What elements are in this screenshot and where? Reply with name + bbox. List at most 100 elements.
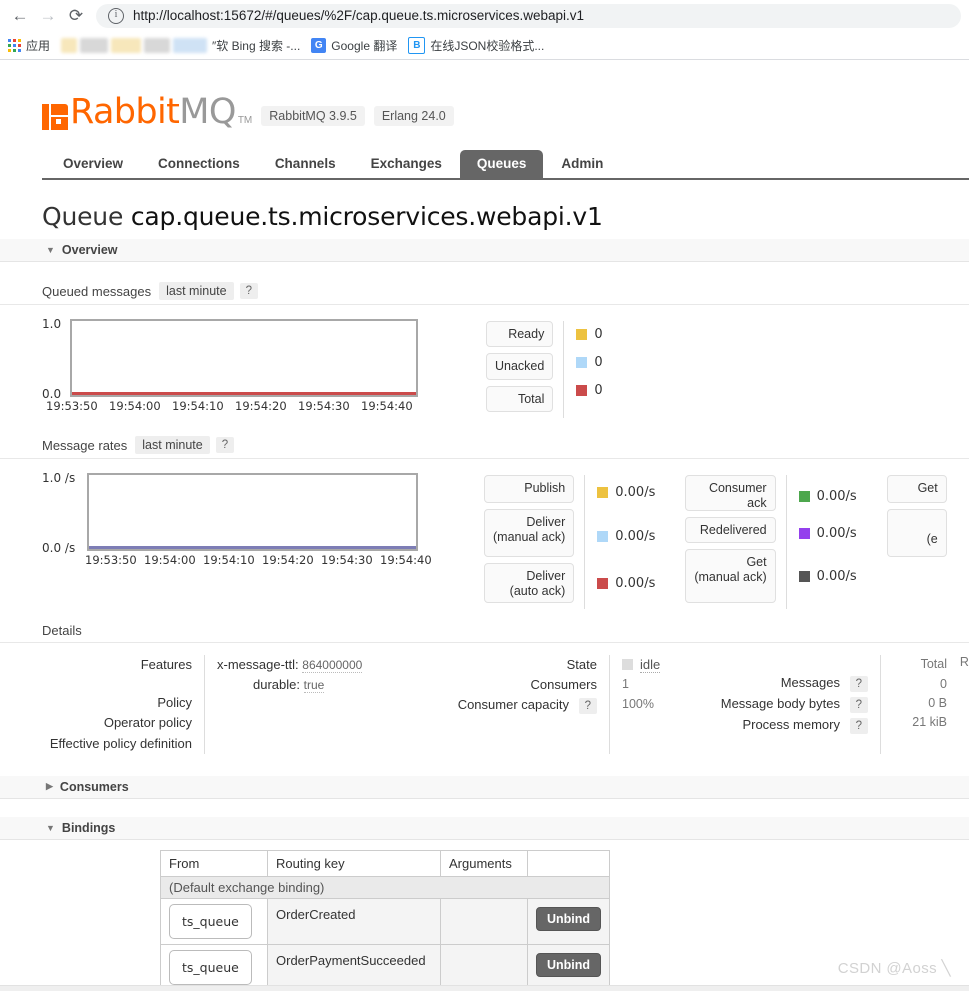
binding-action-cell: Unbind [526,943,611,991]
process-memory-help-icon[interactable]: ? [849,717,868,734]
legend-button-ready[interactable]: Ready [486,321,554,348]
unbind-button[interactable]: Unbind [536,906,602,931]
unbind-button[interactable]: Unbind [536,952,602,977]
rates-series-line [89,546,416,550]
details-features-values: x-message-ttl: 864000000 durable: true [204,655,437,754]
tab-exchanges[interactable]: Exchanges [354,150,459,178]
feature-x-message-ttl: x-message-ttl: 864000000 [217,655,437,675]
column-header-routing-key[interactable]: Routing key [267,849,441,877]
tab-queues[interactable]: Queues [459,150,544,178]
queued-messages-label: Queued messages [42,283,152,299]
legend-button-deliver-manual-ack[interactable]: Deliver (manual ack) [484,509,575,558]
tab-overview[interactable]: Overview [46,150,140,178]
table-row: ts_queue OrderPaymentSucceeded Unbind [160,943,611,991]
bindings-header-row: From Routing key Arguments [160,849,611,877]
column-header-arguments[interactable]: Arguments [440,849,528,877]
legend-button-get-empty[interactable]: (e [886,509,947,558]
main-nav-tabs: Overview Connections Channels Exchanges … [42,148,969,180]
consumer-capacity-help-icon[interactable]: ? [578,698,597,715]
binding-action-cell: Unbind [526,897,611,945]
label-consumer-capacity: Consumer capacity ? [447,695,597,716]
bookmark-label-bing: ″软 Bing 搜索 -... [212,38,301,53]
bookmark-apps[interactable]: 应用 [8,37,50,54]
tab-connections[interactable]: Connections [141,150,257,178]
legend-button-deliver-auto-ack[interactable]: Deliver (auto ack) [484,563,575,604]
tab-admin[interactable]: Admin [544,150,620,178]
queued-messages-header: Queued messages last minute ? [0,282,969,305]
queued-messages-chart-block: 1.0 0.0 19:53:50 19:54:00 19:54:10 19:54… [42,317,969,419]
message-rates-plot [87,473,418,552]
legend-button-get[interactable]: Get [886,475,947,504]
state-swatch-icon [622,659,633,671]
default-exchange-binding-row: (Default exchange binding) [159,875,611,899]
label-messages-text: Messages [780,675,840,691]
messages-total: 0 [940,676,947,691]
message-rates-range[interactable]: last minute [135,436,210,455]
feature-value: 864000000 [302,658,363,674]
bookmark-label-json-format: 在线JSON校验格式... [430,38,545,53]
section-label-overview: Overview [61,243,118,257]
value-get-manual-ack: 0.00/s [816,568,857,584]
swatch-redelivered [798,527,810,539]
watermark: CSDN @Aoss ╲ [837,959,951,977]
reload-icon[interactable]: ⟳ [62,2,90,30]
xtick: 19:53:50 [46,399,98,413]
xtick: 19:54:30 [298,399,350,413]
details-total-column: Total 0 0 B 21 kiB [880,655,947,754]
default-exchange-binding-label: (Default exchange binding) [159,875,611,899]
legend-button-unacked[interactable]: Unacked [486,353,554,380]
back-arrow-icon[interactable]: ← [6,2,34,30]
message-rates-legend-col2: Consumer ack Redelivered Get (manual ack… [685,473,857,610]
bookmark-item-bing[interactable]: ″软 Bing 搜索 -... [61,37,300,54]
binding-source-queue-link[interactable]: ts_queue [169,949,252,985]
column-header-actions [526,849,611,877]
table-row: ts_queue OrderCreated Unbind [160,897,611,945]
label-consumers: Consumers [530,677,597,693]
legend-button-consumer-ack[interactable]: Consumer ack [685,475,776,512]
section-header-bindings[interactable]: ▼ Bindings [0,816,969,840]
label-consumer-capacity-text: Consumer capacity [457,697,569,713]
bookmark-item-google-translate[interactable]: G Google 翻译 [311,37,397,54]
details-col-state: State Consumers Consumer capacity ? idle… [447,655,698,754]
message-body-bytes-help-icon[interactable]: ? [849,696,868,713]
rates-chart-ymin: 0.0 /s [42,541,76,556]
value-deliver-manual-ack: 0.00/s [615,528,656,544]
queued-chart-xaxis: 19:53:50 19:54:00 19:54:10 19:54:20 19:5… [46,399,424,413]
bookmark-label-google-translate: Google 翻译 [331,38,398,53]
details-mid-labels: State Consumers Consumer capacity ? [447,655,597,754]
messages-help-icon[interactable]: ? [849,676,868,693]
legend-button-publish[interactable]: Publish [484,475,575,504]
site-info-icon[interactable]: i [108,7,124,24]
section-header-overview[interactable]: ▼ Overview [0,239,969,262]
bindings-table: From Routing key Arguments (Default exch… [159,849,611,991]
queue-name: cap.queue.ts.microservices.webapi.v1 [130,202,603,231]
column-header-from[interactable]: From [160,849,268,877]
queued-legend-values: 0 0 0 [563,321,603,419]
details-col-messages: Messages ? Message body bytes ? Process … [712,655,969,754]
xtick: 19:54:10 [172,399,224,413]
legend-button-total[interactable]: Total [486,385,554,413]
rabbitmq-management-page: RabbitMQ TM RabbitMQ 3.9.5 Erlang 24.0 O… [0,60,969,991]
swatch-consumer-ack [798,490,810,502]
queued-chart-ymin: 0.0 [42,387,62,401]
binding-arguments-cell [440,897,528,945]
queued-messages-help-icon[interactable]: ? [239,283,258,299]
binding-source-queue-link[interactable]: ts_queue [169,903,252,939]
details-right-labels: Messages ? Message body bytes ? Process … [712,655,868,754]
legend-button-redelivered[interactable]: Redelivered [685,517,776,544]
chevron-right-icon: ▶ [46,781,53,792]
xtick: 19:54:40 [380,553,432,568]
url-bar[interactable]: i http://localhost:15672/#/queues/%2F/ca… [96,3,961,28]
tab-channels[interactable]: Channels [258,150,353,178]
forward-arrow-icon[interactable]: → [34,2,62,30]
message-rates-help-icon[interactable]: ? [215,437,235,454]
details-table: Features Policy Operator policy Effectiv… [42,655,969,754]
xtick: 19:54:20 [262,553,314,568]
message-rates-legend-col3: Get (e [886,473,947,609]
value-ready: 0 [594,326,603,342]
section-header-consumers[interactable]: ▶ Consumers [0,775,969,799]
legend-button-get-manual-ack[interactable]: Get (manual ack) [685,549,776,604]
label-message-body-bytes-text: Message body bytes [720,695,840,711]
queued-messages-range[interactable]: last minute [159,282,234,300]
bookmark-item-json-format[interactable]: B 在线JSON校验格式... [408,36,545,54]
